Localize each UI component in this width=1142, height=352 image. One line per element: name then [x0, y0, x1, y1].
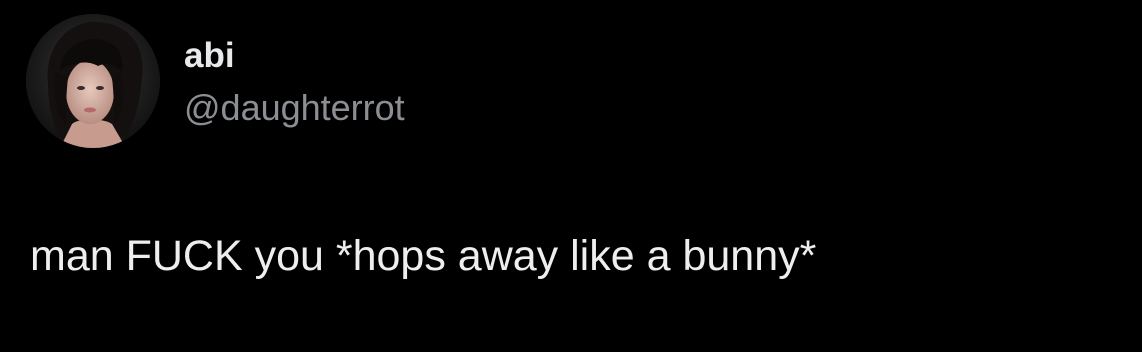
tweet-card: abi @daughterrot man FUCK you *hops away…: [0, 0, 1142, 352]
avatar-photo: [26, 14, 160, 148]
avatar[interactable]: [26, 14, 160, 148]
user-handle[interactable]: @daughterrot: [184, 86, 405, 130]
tweet-text: man FUCK you *hops away like a bunny*: [30, 232, 817, 280]
display-name[interactable]: abi: [184, 36, 235, 76]
